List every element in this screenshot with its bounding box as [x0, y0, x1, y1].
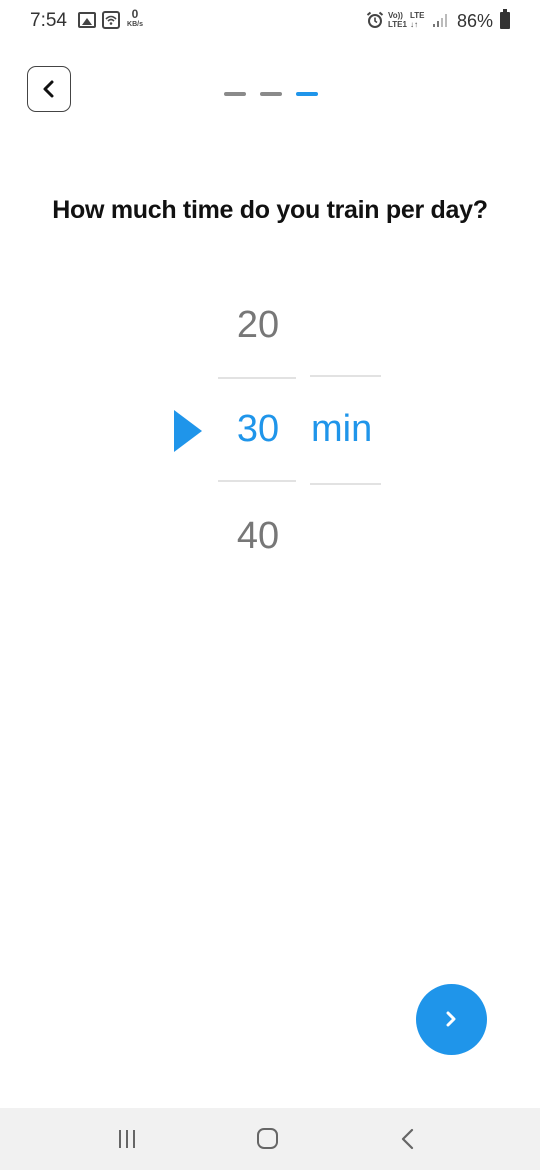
unit-label[interactable]: min: [311, 408, 372, 451]
progress-step-2: [260, 92, 282, 96]
step-progress: [224, 92, 319, 96]
progress-step-1: [224, 92, 246, 96]
progress-step-3: [296, 92, 318, 96]
chevron-right-icon: [446, 1011, 456, 1027]
lte-bottom-label: ↓↑: [410, 20, 418, 29]
selection-pointer-icon: [174, 410, 202, 452]
data-rate-unit: KB/s: [127, 21, 143, 28]
gallery-icon: [78, 12, 96, 28]
wifi-icon: [102, 11, 120, 29]
picker-option-selected[interactable]: 30: [218, 408, 298, 451]
status-time: 7:54: [30, 10, 67, 31]
home-icon[interactable]: [257, 1128, 278, 1149]
back-button[interactable]: [27, 66, 71, 112]
next-button[interactable]: [416, 984, 487, 1055]
volte-indicator: Vo)) LTE1: [388, 11, 407, 29]
lte-top-label: LTE: [410, 11, 425, 20]
lte-indicator: LTE ↓↑: [410, 11, 425, 29]
back-icon[interactable]: [400, 1128, 416, 1150]
battery-icon: [500, 9, 510, 29]
picker-option-next[interactable]: 40: [218, 515, 298, 558]
picker-option-previous[interactable]: 20: [218, 304, 298, 347]
picker-divider: [218, 480, 296, 482]
battery-percent: 86%: [457, 11, 494, 31]
data-rate: 0 KB/s: [124, 8, 146, 29]
system-nav-bar: [0, 1108, 540, 1170]
status-bar: 7:54 0 KB/s Vo)) LTE1 LTE ↓↑ 86%: [0, 0, 540, 44]
recent-apps-icon[interactable]: [118, 1130, 138, 1148]
unit-divider: [310, 375, 381, 377]
picker-divider: [218, 377, 296, 379]
alarm-icon: [366, 11, 384, 29]
page-title: How much time do you train per day?: [52, 196, 488, 224]
volte-bottom-label: LTE1: [388, 20, 407, 29]
chevron-left-icon: [43, 80, 54, 98]
volte-top-label: Vo)): [388, 11, 403, 20]
data-rate-value: 0: [131, 7, 139, 21]
unit-divider: [310, 483, 381, 485]
signal-icon: [432, 12, 450, 28]
